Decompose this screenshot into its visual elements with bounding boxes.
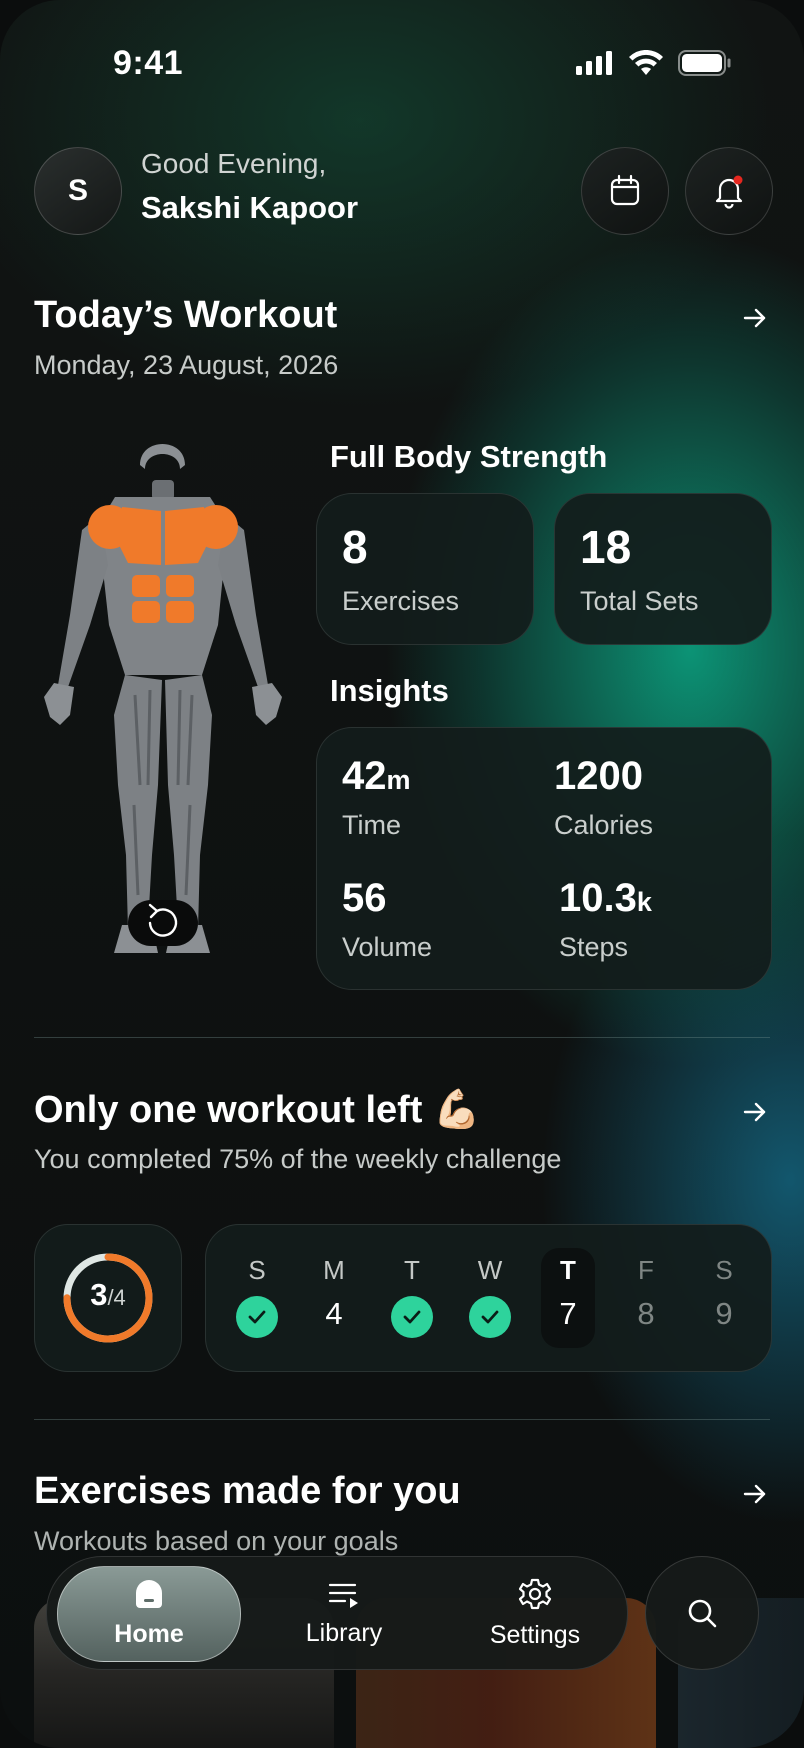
todays-workout-arrow-icon[interactable] bbox=[741, 304, 769, 332]
library-icon bbox=[328, 1583, 358, 1608]
calendar-button[interactable] bbox=[581, 147, 669, 235]
insights-card[interactable]: 42m Time 1200 Calories 56 Volume 10.3k S… bbox=[316, 727, 772, 990]
exercises-arrow-icon[interactable] bbox=[741, 1480, 769, 1508]
stat-card-total-sets[interactable]: 18 Total Sets bbox=[554, 493, 772, 645]
day-sunday[interactable]: S bbox=[231, 1255, 283, 1338]
muscle-map-figure bbox=[44, 444, 282, 953]
stat-exercises-label: Exercises bbox=[342, 586, 460, 616]
stat-card-exercises[interactable]: 8 Exercises bbox=[316, 493, 534, 645]
figure-head bbox=[140, 444, 185, 469]
stat-sets-label: Total Sets bbox=[580, 586, 699, 616]
check-icon bbox=[391, 1296, 433, 1338]
greeting-text: Good Evening, bbox=[141, 148, 327, 179]
workout-date: Monday, 23 August, 2026 bbox=[34, 350, 339, 380]
exercises-subtitle: Workouts based on your goals bbox=[34, 1526, 399, 1556]
figure-left-hand bbox=[44, 683, 74, 725]
nav-home-label: Home bbox=[114, 1619, 184, 1648]
day-monday[interactable]: M 4 bbox=[308, 1255, 360, 1332]
stat-exercises-value: 8 bbox=[342, 521, 368, 573]
status-time: 9:41 bbox=[113, 44, 184, 82]
battery-icon bbox=[678, 50, 731, 76]
week-days-strip: S M 4 T W T 7 F 8 S 9 bbox=[205, 1224, 772, 1372]
bottom-nav: Home Library Settings bbox=[46, 1556, 628, 1670]
wifi-icon bbox=[629, 50, 663, 75]
cellular-signal-icon bbox=[576, 51, 612, 75]
insight-calories-label: Calories bbox=[554, 810, 654, 840]
section-divider bbox=[34, 1419, 770, 1420]
day-friday[interactable]: F 8 bbox=[620, 1255, 672, 1332]
bell-icon bbox=[715, 175, 743, 209]
user-name: Sakshi Kapoor bbox=[141, 190, 359, 225]
search-icon bbox=[688, 1599, 717, 1628]
insight-volume-label: Volume bbox=[342, 932, 433, 962]
check-icon bbox=[236, 1296, 278, 1338]
status-icons bbox=[576, 50, 732, 76]
day-thursday-today[interactable]: T 7 bbox=[542, 1255, 594, 1332]
notification-dot bbox=[733, 175, 743, 185]
nav-library[interactable]: Library bbox=[259, 1557, 429, 1669]
weekly-challenge-subtitle: You completed 75% of the weekly challeng… bbox=[34, 1144, 562, 1174]
weekly-challenge-arrow-icon[interactable] bbox=[741, 1098, 769, 1126]
rotate-figure-button bbox=[128, 900, 198, 946]
home-icon bbox=[136, 1579, 162, 1608]
calendar-icon bbox=[610, 174, 640, 206]
nav-settings-label: Settings bbox=[489, 1620, 581, 1649]
figure-right-hand bbox=[252, 683, 282, 725]
nav-home[interactable]: Home bbox=[57, 1566, 241, 1662]
notifications-button[interactable] bbox=[685, 147, 773, 235]
exercises-title: Exercises made for you bbox=[34, 1470, 461, 1512]
muscle-abs bbox=[132, 575, 160, 597]
progress-text: 3/4 bbox=[90, 1277, 126, 1312]
search-button[interactable] bbox=[645, 1556, 759, 1670]
progress-ring-card[interactable]: 3/4 bbox=[34, 1224, 182, 1372]
insight-steps-label: Steps bbox=[559, 932, 629, 962]
day-saturday[interactable]: S 9 bbox=[698, 1255, 750, 1332]
nav-settings[interactable]: Settings bbox=[445, 1557, 625, 1669]
check-icon bbox=[469, 1296, 511, 1338]
nav-library-label: Library bbox=[305, 1618, 383, 1647]
insight-time-label: Time bbox=[342, 810, 401, 840]
app-screen: 9:41 S Good Evening, Sakshi Kapoor Today… bbox=[0, 0, 804, 1748]
section-divider bbox=[34, 1037, 770, 1038]
stat-sets-value: 18 bbox=[580, 521, 632, 573]
insights-title: Insights bbox=[330, 673, 449, 708]
insight-steps-value: 10.3k bbox=[559, 876, 652, 920]
program-name: Full Body Strength bbox=[330, 439, 608, 474]
insight-time-value: 42m bbox=[342, 754, 411, 798]
avatar-initial: S bbox=[67, 174, 88, 207]
day-wednesday[interactable]: W bbox=[464, 1255, 516, 1338]
weekly-challenge-title: Only one workout left 💪🏻 bbox=[34, 1089, 481, 1131]
insight-volume-value: 56 bbox=[342, 876, 387, 920]
day-tuesday[interactable]: T bbox=[386, 1255, 438, 1338]
avatar[interactable]: S bbox=[34, 147, 122, 235]
todays-workout-title: Today’s Workout bbox=[34, 294, 338, 336]
insight-calories-value: 1200 bbox=[554, 754, 643, 798]
gear-icon bbox=[518, 1578, 552, 1609]
